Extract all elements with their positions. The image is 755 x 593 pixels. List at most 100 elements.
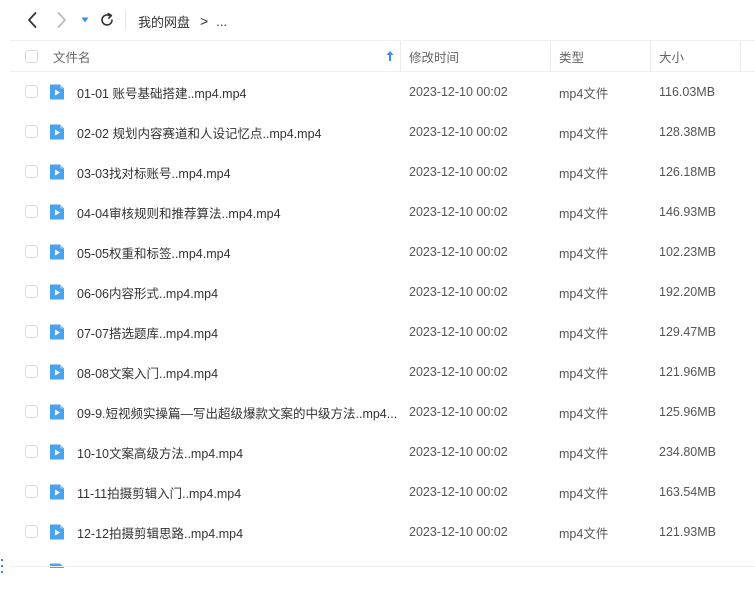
video-file-icon bbox=[50, 244, 64, 260]
file-modified-date: 2023-12-10 00:02 bbox=[409, 165, 508, 179]
file-size: 234.80MB bbox=[659, 445, 716, 459]
file-size: 125.96MB bbox=[659, 405, 716, 419]
file-name[interactable]: 01-01 账号基础搭建..mp4.mp4 bbox=[77, 72, 397, 112]
file-type: mp4文件 bbox=[559, 526, 609, 541]
file-row[interactable]: 01-01 账号基础搭建..mp4.mp4 2023-12-10 00:02 m… bbox=[10, 72, 755, 112]
row-checkbox[interactable] bbox=[25, 525, 38, 538]
refresh-button[interactable] bbox=[97, 10, 117, 30]
file-row[interactable]: 04-04审核规则和推荐算法..mp4.mp4 2023-12-10 00:02… bbox=[10, 192, 755, 232]
file-row-partial[interactable] bbox=[10, 562, 755, 568]
row-checkbox[interactable] bbox=[25, 245, 38, 258]
file-size: 102.23MB bbox=[659, 245, 716, 259]
file-modified-date: 2023-12-10 00:02 bbox=[409, 85, 508, 99]
file-list-header: 文件名 修改时间 类型 大小 bbox=[10, 40, 755, 72]
row-checkbox[interactable] bbox=[25, 205, 38, 218]
row-checkbox[interactable] bbox=[25, 85, 38, 98]
file-type: mp4文件 bbox=[559, 286, 609, 301]
file-list: 01-01 账号基础搭建..mp4.mp4 2023-12-10 00:02 m… bbox=[10, 72, 755, 552]
file-name[interactable]: 06-06内容形式..mp4.mp4 bbox=[77, 272, 397, 312]
video-file-icon bbox=[50, 404, 64, 420]
file-size: 129.47MB bbox=[659, 325, 716, 339]
file-row[interactable]: 10-10文案高级方法..mp4.mp4 2023-12-10 00:02 mp… bbox=[10, 432, 755, 472]
file-row[interactable]: 09-9.短视频实操篇—写出超级爆款文案的中级方法..mp4.... 2023-… bbox=[10, 392, 755, 432]
chevron-right-icon bbox=[57, 12, 66, 28]
file-name[interactable]: 09-9.短视频实操篇—写出超级爆款文案的中级方法..mp4.... bbox=[77, 392, 397, 432]
file-name[interactable]: 03-03找对标账号..mp4.mp4 bbox=[77, 152, 397, 192]
column-header-name[interactable]: 文件名 bbox=[53, 41, 91, 72]
file-modified-date: 2023-12-10 00:02 bbox=[409, 365, 508, 379]
row-checkbox[interactable] bbox=[25, 165, 38, 178]
column-divider[interactable] bbox=[740, 41, 741, 72]
file-row[interactable]: 12-12拍摄剪辑思路..mp4.mp4 2023-12-10 00:02 mp… bbox=[10, 512, 755, 552]
select-all-checkbox[interactable] bbox=[25, 50, 38, 63]
file-type: mp4文件 bbox=[559, 166, 609, 181]
file-modified-date: 2023-12-10 00:02 bbox=[409, 325, 508, 339]
file-type: mp4文件 bbox=[559, 446, 609, 461]
file-name[interactable]: 08-08文案入门..mp4.mp4 bbox=[77, 352, 397, 392]
video-file-icon bbox=[50, 563, 64, 568]
video-file-icon bbox=[50, 284, 64, 300]
row-checkbox[interactable] bbox=[25, 325, 38, 338]
caret-down-icon bbox=[81, 17, 89, 23]
column-header-type[interactable]: 类型 bbox=[559, 41, 584, 72]
file-size: 121.96MB bbox=[659, 365, 716, 379]
file-name[interactable]: 02-02 规划内容赛道和人设记忆点..mp4.mp4 bbox=[77, 112, 397, 152]
file-row[interactable]: 03-03找对标账号..mp4.mp4 2023-12-10 00:02 mp4… bbox=[10, 152, 755, 192]
row-checkbox[interactable] bbox=[25, 285, 38, 298]
video-file-icon bbox=[50, 364, 64, 380]
column-divider[interactable] bbox=[650, 41, 651, 72]
file-row[interactable]: 11-11拍摄剪辑入门..mp4.mp4 2023-12-10 00:02 mp… bbox=[10, 472, 755, 512]
video-file-icon bbox=[50, 324, 64, 340]
video-file-icon bbox=[50, 164, 64, 180]
file-name[interactable]: 07-07搭选题库..mp4.mp4 bbox=[77, 312, 397, 352]
file-type: mp4文件 bbox=[559, 246, 609, 261]
forward-button[interactable] bbox=[52, 10, 72, 30]
file-name[interactable]: 05-05权重和标签..mp4.mp4 bbox=[77, 232, 397, 272]
chevron-left-icon bbox=[28, 12, 37, 28]
breadcrumb-root[interactable]: 我的网盘 bbox=[138, 12, 190, 31]
video-file-icon bbox=[50, 204, 64, 220]
breadcrumb-separator: > bbox=[200, 13, 209, 29]
row-checkbox[interactable] bbox=[25, 405, 38, 418]
file-modified-date: 2023-12-10 00:02 bbox=[409, 285, 508, 299]
refresh-icon bbox=[101, 12, 113, 26]
sort-ascending-icon[interactable] bbox=[385, 50, 395, 62]
file-modified-date: 2023-12-10 00:02 bbox=[409, 445, 508, 459]
file-row[interactable]: 05-05权重和标签..mp4.mp4 2023-12-10 00:02 mp4… bbox=[10, 232, 755, 272]
column-header-size[interactable]: 大小 bbox=[659, 41, 684, 72]
file-size: 192.20MB bbox=[659, 285, 716, 299]
file-type: mp4文件 bbox=[559, 366, 609, 381]
file-size: 121.93MB bbox=[659, 525, 716, 539]
file-row[interactable]: 02-02 规划内容赛道和人设记忆点..mp4.mp4 2023-12-10 0… bbox=[10, 112, 755, 152]
video-file-icon bbox=[50, 444, 64, 460]
breadcrumb-more[interactable]: ... bbox=[216, 14, 227, 29]
list-bottom-divider bbox=[10, 566, 755, 567]
column-divider[interactable] bbox=[400, 41, 401, 72]
video-file-icon bbox=[50, 484, 64, 500]
file-size: 128.38MB bbox=[659, 125, 716, 139]
row-checkbox[interactable] bbox=[25, 445, 38, 458]
column-header-modified[interactable]: 修改时间 bbox=[409, 41, 459, 72]
row-checkbox[interactable] bbox=[25, 485, 38, 498]
file-size: 116.03MB bbox=[659, 85, 716, 99]
file-modified-date: 2023-12-10 00:02 bbox=[409, 245, 508, 259]
column-divider[interactable] bbox=[550, 41, 551, 72]
history-dropdown-button[interactable] bbox=[78, 10, 92, 30]
file-type: mp4文件 bbox=[559, 86, 609, 101]
row-checkbox[interactable] bbox=[25, 125, 38, 138]
row-checkbox[interactable] bbox=[25, 365, 38, 378]
file-modified-date: 2023-12-10 00:02 bbox=[409, 125, 508, 139]
file-row[interactable]: 06-06内容形式..mp4.mp4 2023-12-10 00:02 mp4文… bbox=[10, 272, 755, 312]
video-file-icon bbox=[50, 524, 64, 540]
file-row[interactable]: 08-08文案入门..mp4.mp4 2023-12-10 00:02 mp4文… bbox=[10, 352, 755, 392]
file-name[interactable]: 11-11拍摄剪辑入门..mp4.mp4 bbox=[77, 472, 397, 512]
file-size: 163.54MB bbox=[659, 485, 716, 499]
breadcrumb: 我的网盘 > ... bbox=[138, 12, 227, 30]
file-type: mp4文件 bbox=[559, 326, 609, 341]
file-name[interactable]: 12-12拍摄剪辑思路..mp4.mp4 bbox=[77, 512, 397, 552]
file-row[interactable]: 07-07搭选题库..mp4.mp4 2023-12-10 00:02 mp4文… bbox=[10, 312, 755, 352]
file-modified-date: 2023-12-10 00:02 bbox=[409, 205, 508, 219]
file-name[interactable]: 10-10文案高级方法..mp4.mp4 bbox=[77, 432, 397, 472]
back-button[interactable] bbox=[22, 10, 42, 30]
file-name[interactable]: 04-04审核规则和推荐算法..mp4.mp4 bbox=[77, 192, 397, 232]
